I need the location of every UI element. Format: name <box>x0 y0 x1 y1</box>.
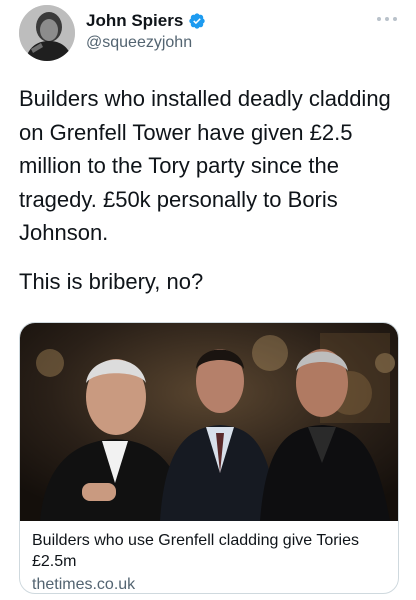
tweet: John Spiers @squeezyjohn Builders who in… <box>0 0 416 600</box>
more-options-icon[interactable] <box>377 14 397 24</box>
avatar[interactable] <box>19 5 75 61</box>
avatar-image <box>19 5 75 61</box>
display-name[interactable]: John Spiers <box>86 11 183 31</box>
card-body: Builders who use Grenfell cladding give … <box>20 521 398 593</box>
card-domain: thetimes.co.uk <box>32 576 136 593</box>
verified-badge-icon <box>188 12 206 30</box>
tweet-text-second-paragraph: This is bribery, no? <box>19 269 204 294</box>
card-image <box>20 323 398 521</box>
name-row: John Spiers <box>86 9 206 33</box>
card-title: Builders who use Grenfell cladding give … <box>32 532 359 570</box>
tweet-text: Builders who installed deadly cladding o… <box>19 86 391 245</box>
handle[interactable]: @squeezyjohn <box>86 34 206 52</box>
link-card[interactable]: Builders who use Grenfell cladding give … <box>19 322 399 594</box>
author-info: John Spiers @squeezyjohn <box>86 9 206 52</box>
